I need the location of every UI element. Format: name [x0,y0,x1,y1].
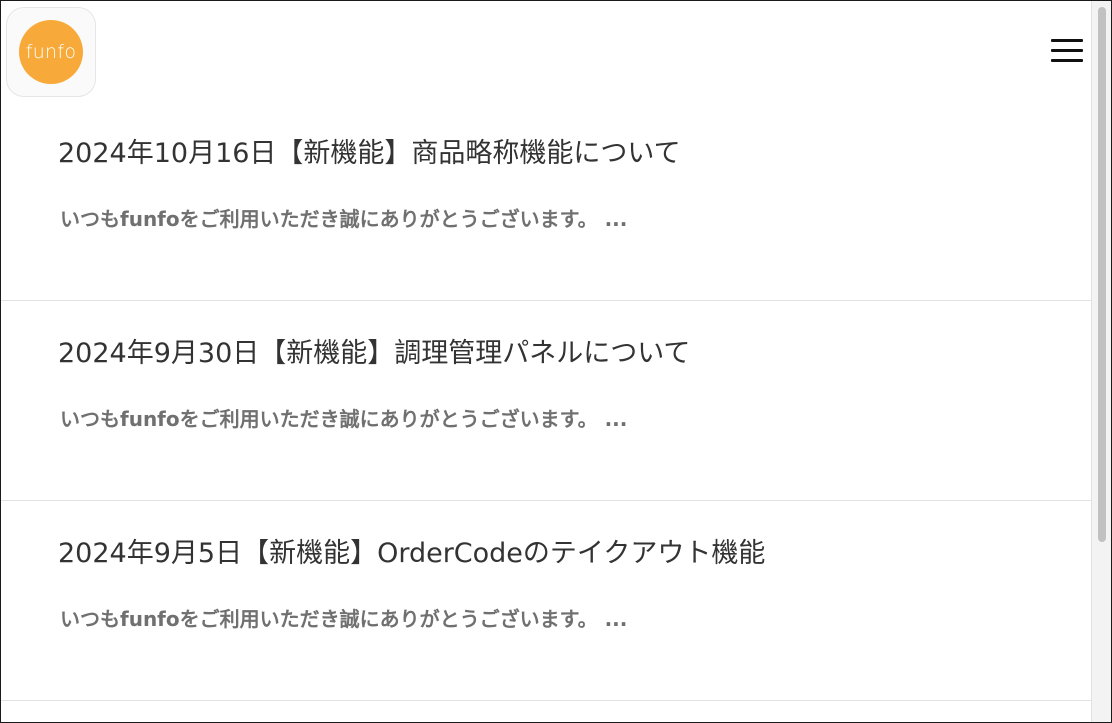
news-item-excerpt: いつもfunfoをご利用いただき誠にありがとうございます。 ... [60,607,628,631]
page-frame: funfo 2024年10月16日【新機能】商品略称機能について いつもfunf… [0,0,1112,723]
news-item-title[interactable]: 2024年9月30日【新機能】調理管理パネルについて [58,331,690,370]
news-item-excerpt: いつもfunfoをご利用いただき誠にありがとうございます。 ... [60,207,628,231]
vertical-scrollbar[interactable] [1091,1,1111,722]
hamburger-menu-icon[interactable] [1049,37,1083,65]
news-item-excerpt: いつもfunfoをご利用いただき誠にありがとうございます。 ... [60,407,628,431]
news-item[interactable]: 2024年10月16日【新機能】商品略称機能について いつもfunfoをご利用い… [1,101,1091,301]
logo-text: funfo [25,41,77,63]
scrollbar-thumb[interactable] [1098,7,1106,542]
news-item[interactable]: 2024年9月30日【新機能】調理管理パネルについて いつもfunfoをご利用い… [1,301,1091,501]
menu-line [1051,49,1083,52]
news-list: 2024年10月16日【新機能】商品略称機能について いつもfunfoをご利用い… [1,101,1091,701]
news-item-title[interactable]: 2024年9月5日【新機能】OrderCodeのテイクアウト機能 [58,531,765,570]
menu-line [1051,59,1083,62]
news-item[interactable]: 2024年9月5日【新機能】OrderCodeのテイクアウト機能 いつもfunf… [1,501,1091,701]
header: funfo [1,1,1091,101]
menu-line [1051,39,1083,42]
news-item-title[interactable]: 2024年10月16日【新機能】商品略称機能について [58,131,681,170]
logo[interactable]: funfo [6,7,96,97]
logo-circle: funfo [19,20,83,84]
